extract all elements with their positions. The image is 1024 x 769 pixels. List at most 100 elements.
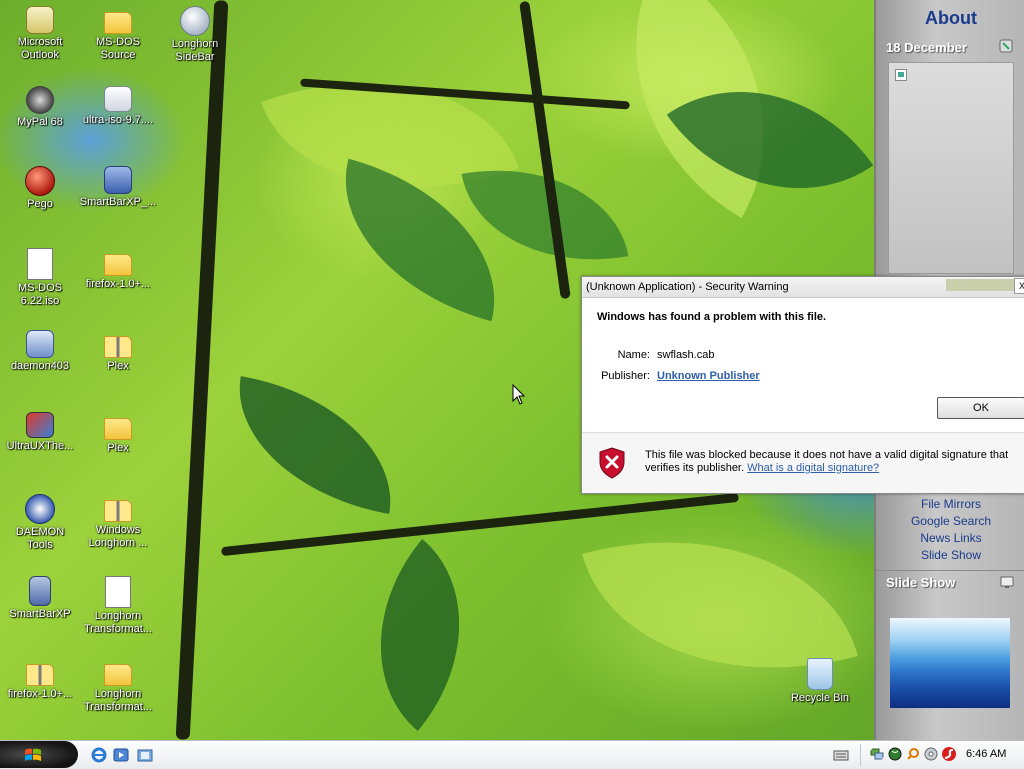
sidebar-link-google-search[interactable]: Google Search [876, 514, 1024, 528]
keyboard-icon[interactable] [833, 747, 849, 763]
ok-button[interactable]: OK [937, 397, 1024, 419]
desktop-icon-ultra-iso[interactable]: ultra-iso-9.7.... [78, 86, 158, 127]
wallpaper-branch [175, 0, 229, 740]
wallpaper-branch [519, 0, 571, 300]
dialog-titlebar[interactable]: (Unknown Application) - Security Warning… [582, 277, 1024, 298]
globe-icon[interactable] [888, 747, 902, 761]
sidebar-link-slide-show[interactable]: Slide Show [876, 548, 1024, 562]
sidebar-date: 18 December [886, 40, 967, 55]
ultraux-icon [26, 412, 54, 438]
desktop-icon-label: SmartBarXP [9, 608, 71, 620]
sidebar-divider [876, 570, 1024, 571]
dialog-title: (Unknown Application) - Security Warning [586, 281, 789, 293]
wallpaper-leaf [325, 538, 515, 732]
dialog-heading: Windows has found a problem with this fi… [597, 311, 827, 323]
desktop-icon-firefox-zip[interactable]: firefox-1.0+... [0, 658, 80, 701]
security-warning-dialog: (Unknown Application) - Security Warning… [581, 276, 1024, 494]
dialog-titlebar-highlight [946, 279, 1016, 291]
desktop-icon-daemon-tools[interactable]: DAEMON Tools [0, 494, 80, 552]
flash-icon[interactable] [942, 747, 956, 761]
tray-clock[interactable]: 6:46 AM [966, 748, 1006, 760]
desktop-icon-daemon403[interactable]: daemon403 [0, 330, 80, 373]
desktop-icon-microsoft-outlook[interactable]: Microsoft Outlook [0, 6, 80, 62]
desktop-icon-longhorn-transformation-folder[interactable]: Longhorn Transformat... [78, 658, 158, 714]
explorer-icon[interactable] [137, 747, 153, 763]
mypal-icon [26, 86, 54, 114]
desktop-icon-smartbarxp[interactable]: SmartBarXP [0, 576, 80, 621]
desktop-icon-mypal-68[interactable]: MyPal 68 [0, 86, 80, 129]
desktop-icon-firefox-folder[interactable]: firefox-1.0+... [78, 248, 158, 291]
sidebar-title: About [925, 8, 977, 28]
broken-image-icon [895, 69, 907, 81]
folder-icon [104, 418, 132, 440]
ie-icon[interactable] [91, 747, 107, 763]
digital-signature-help-link[interactable]: What is a digital signature? [747, 462, 879, 474]
file-name-value: swflash.cab [657, 349, 715, 361]
windows-logo-icon [25, 748, 41, 761]
taskbar: 6:46 AM [0, 740, 1024, 769]
desktop-icon-label: DAEMON [15, 526, 65, 538]
disc-icon[interactable] [924, 747, 938, 761]
desktop-icon-label: SmartBarXP_... [79, 196, 157, 208]
desktop-icon-label: Plex [107, 442, 129, 454]
desktop-icon-label: MyPal 68 [17, 116, 63, 128]
slideshow-options-icon[interactable] [1000, 575, 1014, 589]
daemon-tools-icon [25, 494, 55, 524]
desktop-icon-label: UltraUXThe... [6, 440, 74, 452]
desktop-icon-label: MS-DOS [96, 36, 140, 48]
desktop-icon-label: MS-DOS [18, 282, 62, 294]
slideshow-title: Slide Show [886, 575, 956, 590]
desktop-icon-label: daemon403 [10, 360, 70, 372]
desktop-icon-label: SideBar [175, 51, 215, 63]
slideshow-image[interactable] [890, 618, 1010, 708]
zip-folder-icon [26, 664, 54, 686]
desktop-icon-smartbarxp-setup[interactable]: SmartBarXP_... [78, 166, 158, 209]
desktop-icon-label: Pego [27, 198, 53, 210]
desktop-icon-label: 6.22.iso [20, 295, 60, 307]
desktop-icon-ms-dos-source[interactable]: MS-DOS Source [78, 6, 158, 62]
desktop-icon-ms-dos-iso[interactable]: MS-DOS 6.22.iso [0, 248, 80, 308]
mouse-cursor-icon [512, 384, 526, 405]
publisher-label: Publisher: [601, 370, 650, 382]
desktop-icon-label: Plex [107, 360, 129, 372]
sidebar-link-news-links[interactable]: News Links [876, 531, 1024, 545]
desktop-icon-label: Longhorn ... [88, 537, 148, 549]
desktop-icon-label: Longhorn [94, 610, 142, 622]
outlook-icon [26, 6, 54, 34]
publisher-link[interactable]: Unknown Publisher [657, 370, 760, 382]
zip-folder-icon [104, 500, 132, 522]
desktop-icon-label: Source [100, 49, 136, 61]
shield-error-icon [599, 447, 625, 479]
desktop-icon-ultrauxthemepatcher[interactable]: UltraUXThe... [0, 412, 80, 453]
desktop-icon-longhorn-sidebar[interactable]: Longhorn SideBar [155, 6, 235, 64]
installer-icon [104, 86, 132, 112]
search-icon[interactable] [906, 747, 920, 761]
network-icon[interactable] [870, 747, 884, 761]
media-icon[interactable] [113, 747, 129, 763]
desktop-icon-label: Microsoft [17, 36, 63, 48]
daemon-setup-icon [26, 330, 54, 358]
clock-tile-icon[interactable] [998, 38, 1014, 54]
desktop-icon-windows-longhorn-zip[interactable]: Windows Longhorn ... [78, 494, 158, 550]
close-icon[interactable]: x [1014, 278, 1024, 294]
desktop-icon-longhorn-transformation-doc[interactable]: Longhorn Transformat... [78, 576, 158, 636]
desktop-icon-recycle-bin[interactable]: Recycle Bin [780, 658, 860, 705]
desktop-icon-plex-zip[interactable]: Plex [78, 330, 158, 373]
folder-icon [104, 254, 132, 276]
start-button[interactable] [0, 741, 78, 768]
sidebar-link-file-mirrors[interactable]: File Mirrors [876, 497, 1024, 511]
pego-icon [25, 166, 55, 196]
desktop-icon-label: Windows [95, 524, 141, 536]
sidebar-icon [180, 6, 210, 36]
desktop-icon-plex-folder[interactable]: Plex [78, 412, 158, 455]
desktop-icon-label: Outlook [21, 49, 59, 61]
desktop-icon-label: firefox-1.0+... [85, 278, 151, 290]
doc-icon [105, 576, 131, 608]
desktop-icon-pego[interactable]: Pego [0, 166, 80, 211]
setup-icon [104, 166, 132, 194]
wallpaper-leaf [221, 376, 409, 514]
dialog-footer: This file was blocked because it does no… [582, 433, 1024, 493]
desktop-icon-label: Longhorn [94, 688, 142, 700]
desktop-icon-label: ultra-iso-9.7.... [82, 114, 154, 126]
desktop-icon-label: Longhorn [171, 38, 219, 50]
